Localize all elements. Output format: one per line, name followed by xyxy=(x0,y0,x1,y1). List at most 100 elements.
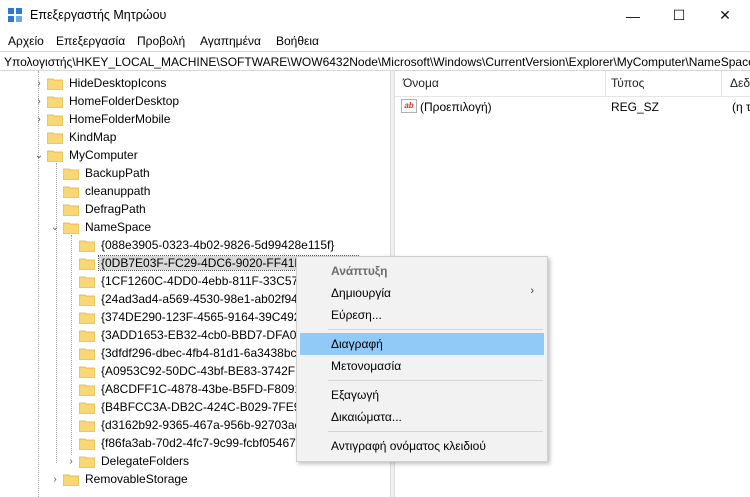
folder-icon xyxy=(47,95,63,108)
menu-separator xyxy=(328,380,543,381)
expand-chevron-icon xyxy=(63,416,79,434)
folder-icon xyxy=(63,221,79,234)
expand-chevron-icon xyxy=(63,434,79,452)
folder-icon xyxy=(79,401,95,414)
tree-item-label: MyComputer xyxy=(69,148,138,162)
expand-chevron-icon xyxy=(63,254,79,272)
folder-icon xyxy=(79,275,95,288)
menu-item-label: Διαγραφή xyxy=(331,337,383,351)
expand-chevron-icon[interactable]: › xyxy=(63,452,79,470)
menu-item-label: Δικαιώματα... xyxy=(331,410,402,424)
tree-item-homefoldermobile[interactable]: › HomeFolderMobile xyxy=(31,110,172,128)
folder-icon xyxy=(63,203,79,216)
folder-icon xyxy=(79,419,95,432)
column-header-data[interactable]: Δεδ xyxy=(730,76,750,90)
tree-item-namespace[interactable]: ⌄ NameSpace xyxy=(47,218,153,236)
close-icon: ✕ xyxy=(719,7,731,23)
expand-chevron-icon xyxy=(63,380,79,398)
tree-item-label: DelegateFolders xyxy=(101,454,190,468)
folder-icon xyxy=(47,131,63,144)
expand-chevron-icon xyxy=(47,164,63,182)
context-menu: Ανάπτυξη Δημιουργία › Εύρεση... Διαγραφή… xyxy=(296,256,548,462)
list-header: Όνομα Τύπος Δεδ xyxy=(395,71,750,97)
menu-item-label: Μετονομασία xyxy=(331,359,402,373)
expand-chevron-icon xyxy=(63,272,79,290)
folder-icon xyxy=(63,167,79,180)
folder-icon xyxy=(79,311,95,324)
expand-chevron-icon xyxy=(63,308,79,326)
minimize-icon: — xyxy=(626,7,640,24)
menu-view[interactable]: Προβολή xyxy=(137,34,185,48)
tree-item-label: KindMap xyxy=(69,130,117,144)
address-bar[interactable]: Υπολογιστής\HKEY_LOCAL_MACHINE\SOFTWARE\… xyxy=(0,51,750,71)
column-divider[interactable] xyxy=(605,71,606,96)
folder-icon xyxy=(79,383,95,396)
folder-icon xyxy=(79,257,95,270)
expand-chevron-icon xyxy=(47,182,63,200)
value-row[interactable]: ab (Προεπιλογή) REG_SZ (η τιμ xyxy=(395,98,750,116)
submenu-arrow-icon: › xyxy=(530,285,534,297)
menu-item-new[interactable]: Δημιουργία › xyxy=(300,282,544,304)
tree-item-label: NameSpace xyxy=(85,220,152,234)
menu-item-rename[interactable]: Μετονομασία xyxy=(300,355,544,377)
tree-item-mycomputer[interactable]: ⌄ MyComputer xyxy=(31,146,140,164)
maximize-icon: ☐ xyxy=(672,7,686,23)
collapse-chevron-icon[interactable]: ⌄ xyxy=(31,146,47,164)
expand-chevron-icon[interactable]: › xyxy=(31,110,47,128)
tree-item-label: cleanuppath xyxy=(85,184,151,198)
menu-item-label: Ανάπτυξη xyxy=(331,264,388,278)
title-bar: Επεξεργαστής Μητρώου — ☐ ✕ xyxy=(0,0,750,31)
menu-item-expand[interactable]: Ανάπτυξη xyxy=(300,260,544,282)
tree-item-guid[interactable]: {f86fa3ab-70d2-4fc7-9c99-fcbf05467f3a} xyxy=(63,434,319,452)
expand-chevron-icon[interactable]: › xyxy=(31,92,47,110)
column-header-type[interactable]: Τύπος xyxy=(611,76,644,90)
menu-item-copy-key-name[interactable]: Αντιγραφή ονόματος κλειδιού xyxy=(300,435,544,457)
expand-chevron-icon xyxy=(31,128,47,146)
expand-chevron-icon[interactable]: › xyxy=(47,470,63,488)
menu-item-label: Αντιγραφή ονόματος κλειδιού xyxy=(331,439,486,453)
expand-chevron-icon xyxy=(63,362,79,380)
folder-icon xyxy=(79,455,95,468)
address-path[interactable]: Υπολογιστής\HKEY_LOCAL_MACHINE\SOFTWARE\… xyxy=(4,55,750,69)
tree-item-cleanuppath[interactable]: cleanuppath xyxy=(47,182,152,200)
tree-item-label: {3dfdf296-dbec-4fb4-81d1-6a3438bcf4de} xyxy=(101,346,324,360)
tree-item-defragpath[interactable]: DefragPath xyxy=(47,200,148,218)
tree-item-homefolderdesktop[interactable]: › HomeFolderDesktop xyxy=(31,92,181,110)
value-type: REG_SZ xyxy=(611,100,660,114)
menu-item-permissions[interactable]: Δικαιώματα... xyxy=(300,406,544,428)
collapse-chevron-icon[interactable]: ⌄ xyxy=(47,218,63,236)
folder-icon xyxy=(47,113,63,126)
expand-chevron-icon[interactable]: › xyxy=(31,74,47,92)
tree-item-guid[interactable]: {3dfdf296-dbec-4fb4-81d1-6a3438bcf4de} xyxy=(63,344,326,362)
maximize-button[interactable]: ☐ xyxy=(656,0,702,31)
folder-icon xyxy=(47,149,63,162)
tree-item-delegatefolders[interactable]: › DelegateFolders xyxy=(63,452,191,470)
menu-item-delete[interactable]: Διαγραφή xyxy=(300,333,544,355)
tree-item-label: HideDesktopIcons xyxy=(69,76,167,90)
column-divider[interactable] xyxy=(721,71,722,96)
tree-item-removablestorage[interactable]: › RemovableStorage xyxy=(47,470,190,488)
menu-item-export[interactable]: Εξαγωγή xyxy=(300,384,544,406)
expand-chevron-icon xyxy=(63,398,79,416)
string-value-icon: ab xyxy=(401,99,417,113)
folder-icon xyxy=(79,239,95,252)
tree-item-kindmap[interactable]: KindMap xyxy=(31,128,118,146)
menu-help[interactable]: Βοήθεια xyxy=(276,34,319,48)
tree-item-label: {088e3905-0323-4b02-9826-5d99428e115f} xyxy=(101,238,335,252)
tree-item-guid[interactable]: {088e3905-0323-4b02-9826-5d99428e115f} xyxy=(63,236,336,254)
tree-item-hidedesktopicons[interactable]: › HideDesktopIcons xyxy=(31,74,168,92)
folder-icon xyxy=(79,347,95,360)
expand-chevron-icon xyxy=(63,236,79,254)
close-button[interactable]: ✕ xyxy=(702,0,748,31)
column-header-name[interactable]: Όνομα xyxy=(403,76,439,90)
tree-item-backuppath[interactable]: BackupPath xyxy=(47,164,152,182)
menu-bar: Αρχείο Επεξεργασία Προβολή Αγαπημένα Βοή… xyxy=(0,31,750,51)
menu-favorites[interactable]: Αγαπημένα xyxy=(200,34,261,48)
menu-item-find[interactable]: Εύρεση... xyxy=(300,304,544,326)
menu-file[interactable]: Αρχείο xyxy=(8,34,44,48)
expand-chevron-icon xyxy=(63,290,79,308)
tree-item-label: {f86fa3ab-70d2-4fc7-9c99-fcbf05467f3a} xyxy=(101,436,317,450)
window-title: Επεξεργαστής Μητρώου xyxy=(30,8,167,22)
menu-edit[interactable]: Επεξεργασία xyxy=(56,34,125,48)
minimize-button[interactable]: — xyxy=(610,0,656,31)
